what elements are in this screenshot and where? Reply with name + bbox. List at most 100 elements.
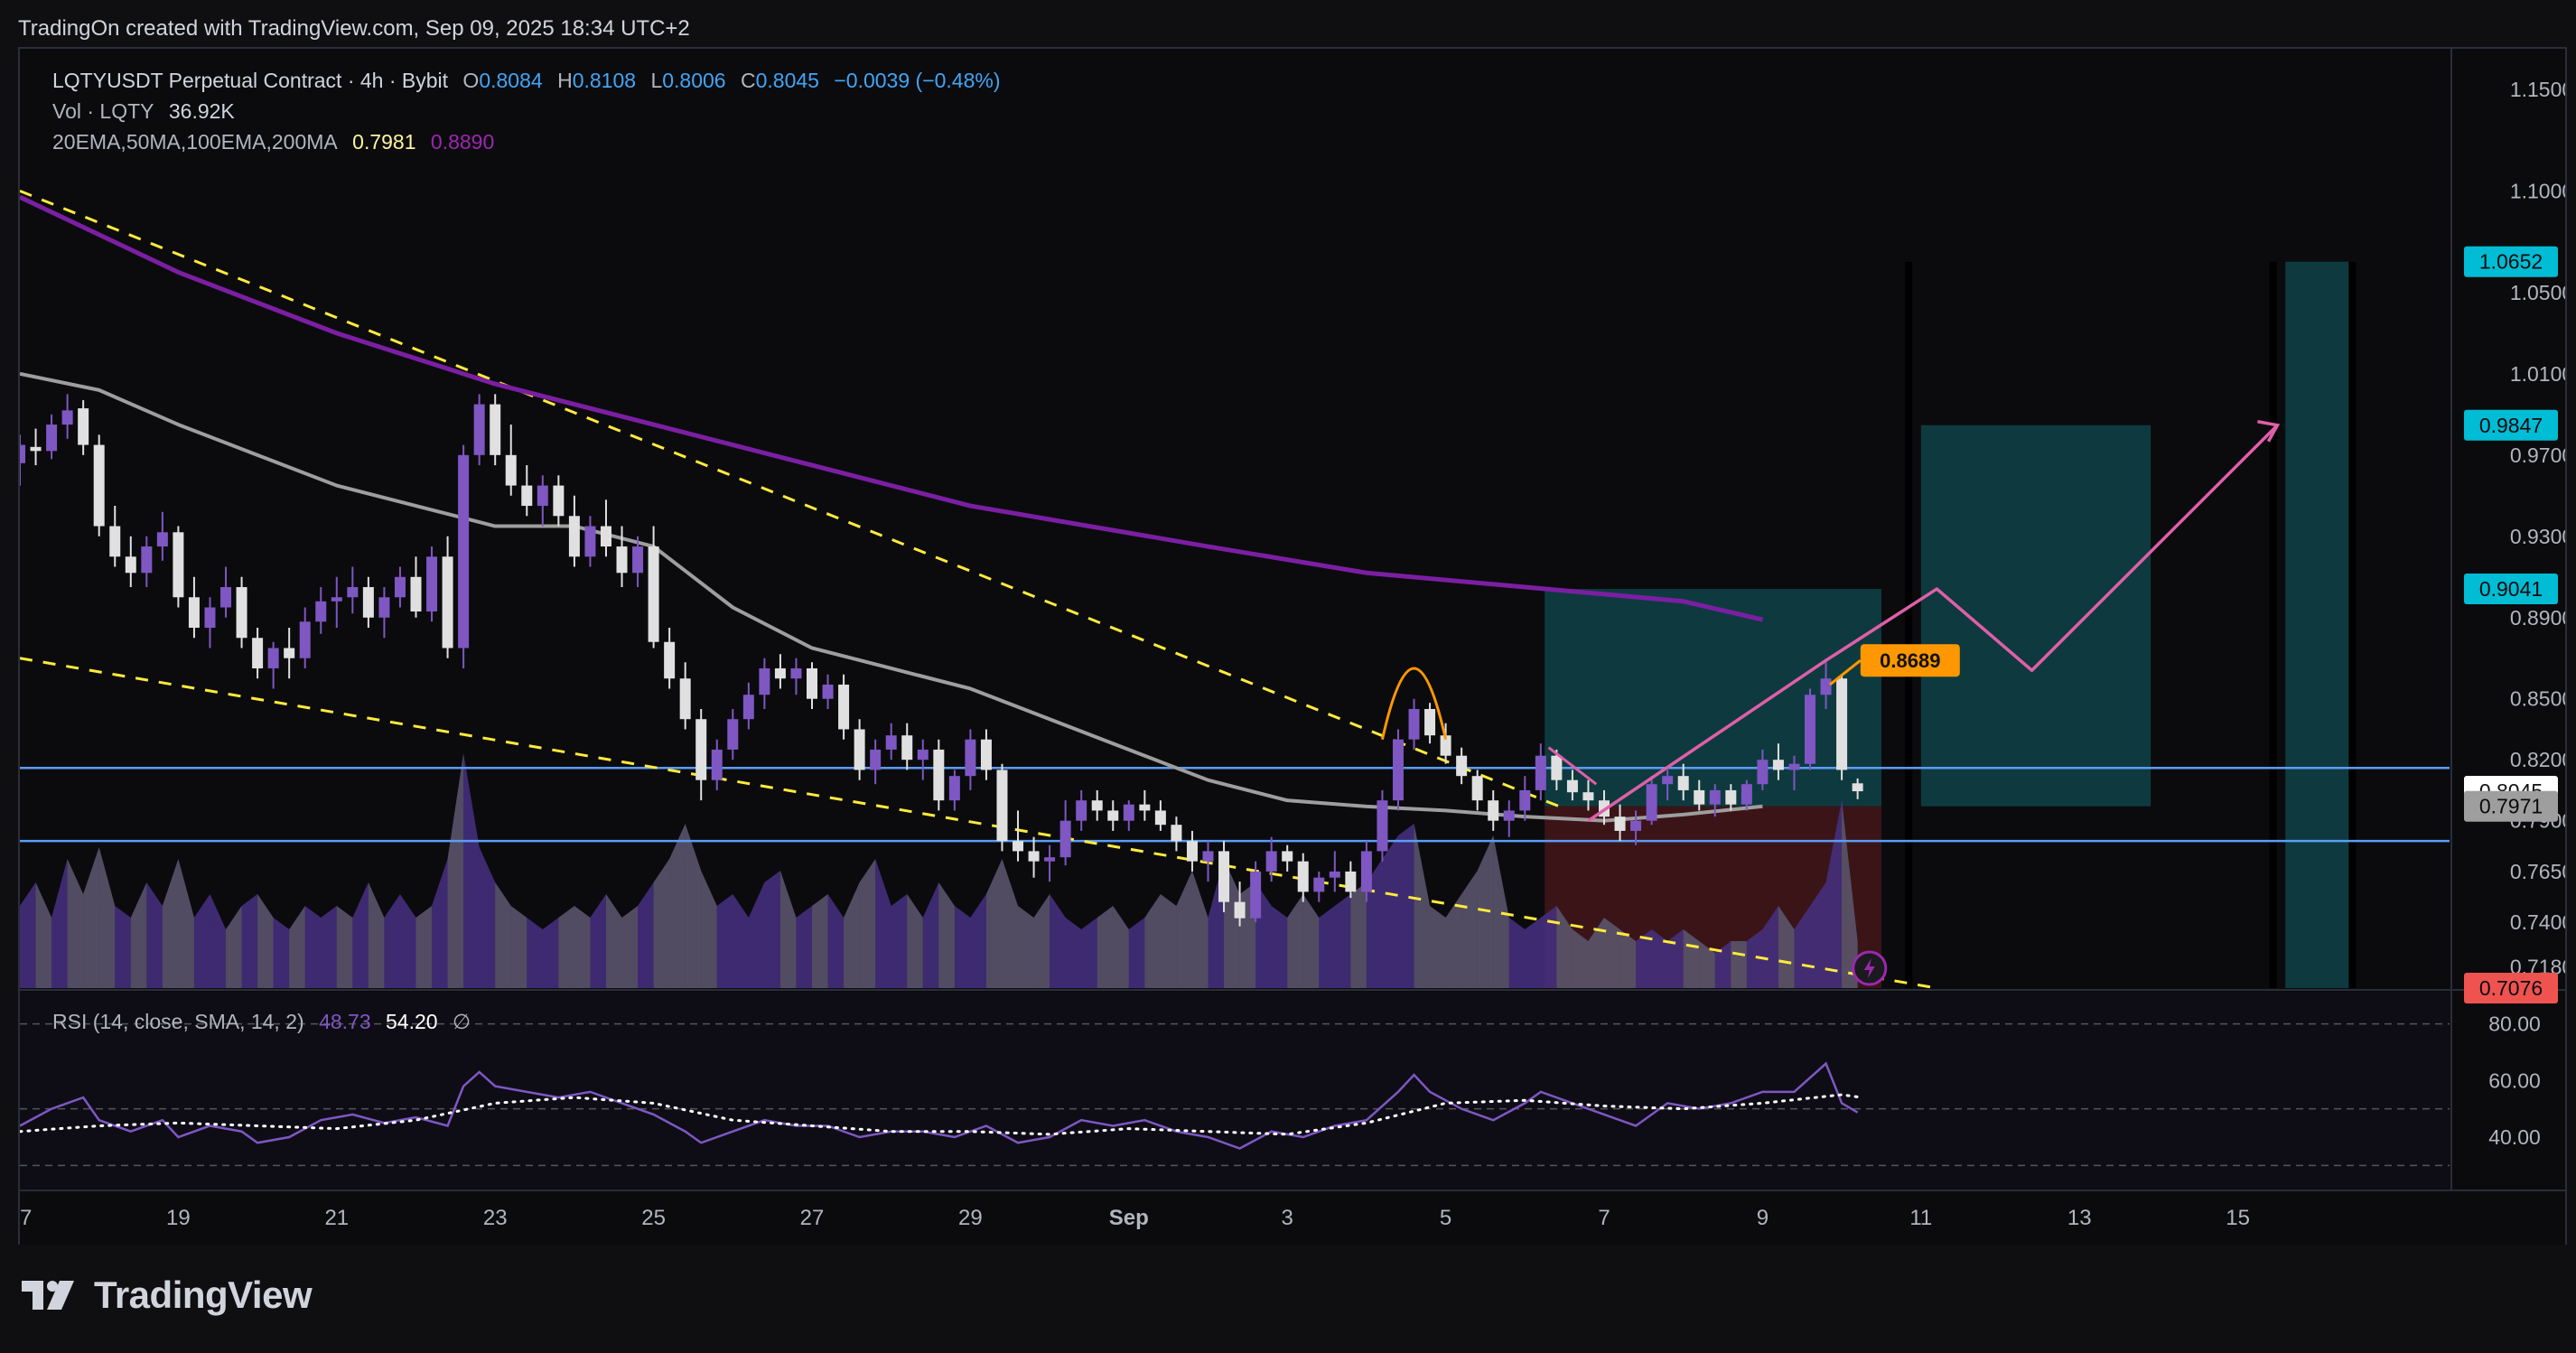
candle-body — [1456, 755, 1468, 777]
candle-body — [1614, 816, 1626, 831]
candle-body — [284, 648, 295, 658]
candle-body — [20, 444, 25, 463]
candle-body — [1471, 776, 1483, 801]
candle-body — [1202, 851, 1214, 862]
candle-body — [458, 454, 470, 649]
candle-body — [315, 601, 327, 622]
volume-bar — [1097, 906, 1114, 988]
volume-bar — [1065, 918, 1082, 988]
price-badge-label: 0.9847 — [2479, 414, 2543, 437]
price-tick-label: 1.0500 — [2510, 281, 2565, 304]
legend-ma-row[interactable]: 20EMA,50MA,100EMA,200MA 0.7981 0.8890 — [52, 130, 503, 154]
candle-body — [695, 719, 707, 780]
time-axis-label: 23 — [483, 1206, 508, 1230]
far-target-zone — [1920, 425, 2151, 807]
ohlc-close: C0.8045 — [741, 69, 819, 92]
annotation-label: 0.8689 — [1880, 649, 1940, 672]
candle-body — [331, 597, 342, 602]
candle-body — [125, 556, 136, 574]
volume-bar — [1160, 894, 1177, 988]
rsi-visibility-icon[interactable]: ∅ — [453, 1010, 471, 1033]
time-axis-label: 15 — [2226, 1206, 2250, 1230]
open-label: O — [462, 69, 480, 92]
candle-body — [742, 695, 754, 720]
legend-rsi-row[interactable]: RSI (14, close, SMA, 14, 2) 48.73 54.20 … — [52, 1010, 480, 1034]
candle-body — [442, 556, 453, 649]
candle-body — [1345, 871, 1357, 892]
candle-body — [790, 667, 802, 679]
rsi-sma-value: 54.20 — [386, 1010, 438, 1033]
candle-body — [46, 425, 58, 452]
candle-body — [1250, 871, 1262, 919]
high-value: 0.8108 — [572, 69, 637, 92]
candle-body — [1741, 784, 1752, 805]
candle-body — [1313, 877, 1325, 892]
target-zone — [1545, 589, 1881, 807]
rsi-value: 48.73 — [319, 1010, 371, 1033]
price-badge-label: 1.0652 — [2479, 250, 2543, 274]
volume-label: Vol · LQTY — [52, 99, 154, 123]
candle-body — [347, 587, 359, 598]
candle-body — [933, 749, 945, 801]
open-value: 0.8084 — [479, 69, 543, 92]
legend-symbol-row: LQTYUSDT Perpetual Contract · 4h · Bybit… — [52, 69, 1010, 93]
candle-body — [267, 648, 279, 668]
price-chart[interactable]: 0.8689 1.1500 1.1000 1.0500 1.0100 0.9700 0.93… — [20, 49, 2565, 1246]
low-value: 0.8006 — [662, 69, 726, 92]
candle-body — [1820, 678, 1832, 695]
candle-body — [584, 526, 596, 557]
volume-bar — [812, 894, 828, 988]
candle-body — [141, 546, 153, 574]
candle-body — [473, 404, 485, 455]
time-axis-label: 5 — [1440, 1206, 1451, 1230]
candle-body — [505, 454, 517, 486]
candle-body — [1297, 861, 1309, 892]
candle-body — [1551, 755, 1563, 780]
zone-divider-3 — [2348, 261, 2357, 988]
volume-bar — [304, 906, 322, 988]
time-axis-label: 21 — [324, 1206, 349, 1230]
candle-body — [1424, 708, 1436, 736]
ma-value-1: 0.7981 — [352, 130, 416, 154]
candle-body — [553, 485, 565, 517]
tradingview-wordmark: TradingView — [94, 1274, 313, 1316]
rsi-label: RSI (14, close, SMA, 14, 2) — [52, 1010, 304, 1033]
legend-volume-row[interactable]: Vol · LQTY 36.92K — [52, 99, 244, 124]
volume-bar — [527, 918, 543, 988]
candle-body — [854, 729, 865, 770]
candle-body — [93, 444, 105, 527]
ohlc-open: O0.8084 — [462, 69, 542, 92]
volume-bar — [764, 871, 780, 988]
candle-body — [1503, 810, 1515, 821]
candle-body — [299, 621, 311, 658]
time-axis-label: 9 — [1757, 1206, 1769, 1230]
symbol-name[interactable]: LQTYUSDT Perpetual Contract · 4h · Bybit — [52, 69, 448, 92]
candle-body — [807, 667, 817, 699]
candle-body — [568, 516, 580, 557]
candle-body — [600, 526, 611, 547]
candle-body — [901, 735, 913, 760]
candle-body — [78, 408, 89, 445]
candle-body — [774, 667, 786, 679]
volume-bar — [1525, 918, 1541, 988]
candle-body — [1836, 678, 1848, 770]
candle-body — [188, 597, 200, 629]
candle-body — [1329, 871, 1340, 878]
top-target-zone — [2285, 261, 2349, 988]
candle-body — [1076, 800, 1087, 821]
candle-body — [1772, 760, 1784, 770]
candle-body — [521, 485, 533, 507]
high-label: H — [557, 69, 573, 92]
time-axis-label: 3 — [1282, 1206, 1293, 1230]
candle-body — [711, 749, 723, 780]
candle-body — [1630, 820, 1642, 831]
tradingview-brand[interactable]: TradingView — [20, 1274, 313, 1317]
price-badge-label: 0.7971 — [2479, 795, 2543, 818]
candle-body — [204, 607, 216, 629]
candle-body — [1059, 820, 1071, 858]
ma-label: 20EMA,50MA,100EMA,200MA — [52, 130, 338, 154]
chart-frame[interactable]: 0.8689 1.1500 1.1000 1.0500 1.0100 0.9700 0.93… — [18, 47, 2567, 1248]
candle-body — [648, 546, 659, 642]
volume-bar — [241, 894, 258, 988]
chart-attribution: TradingOn created with TradingView.com, … — [18, 16, 690, 41]
